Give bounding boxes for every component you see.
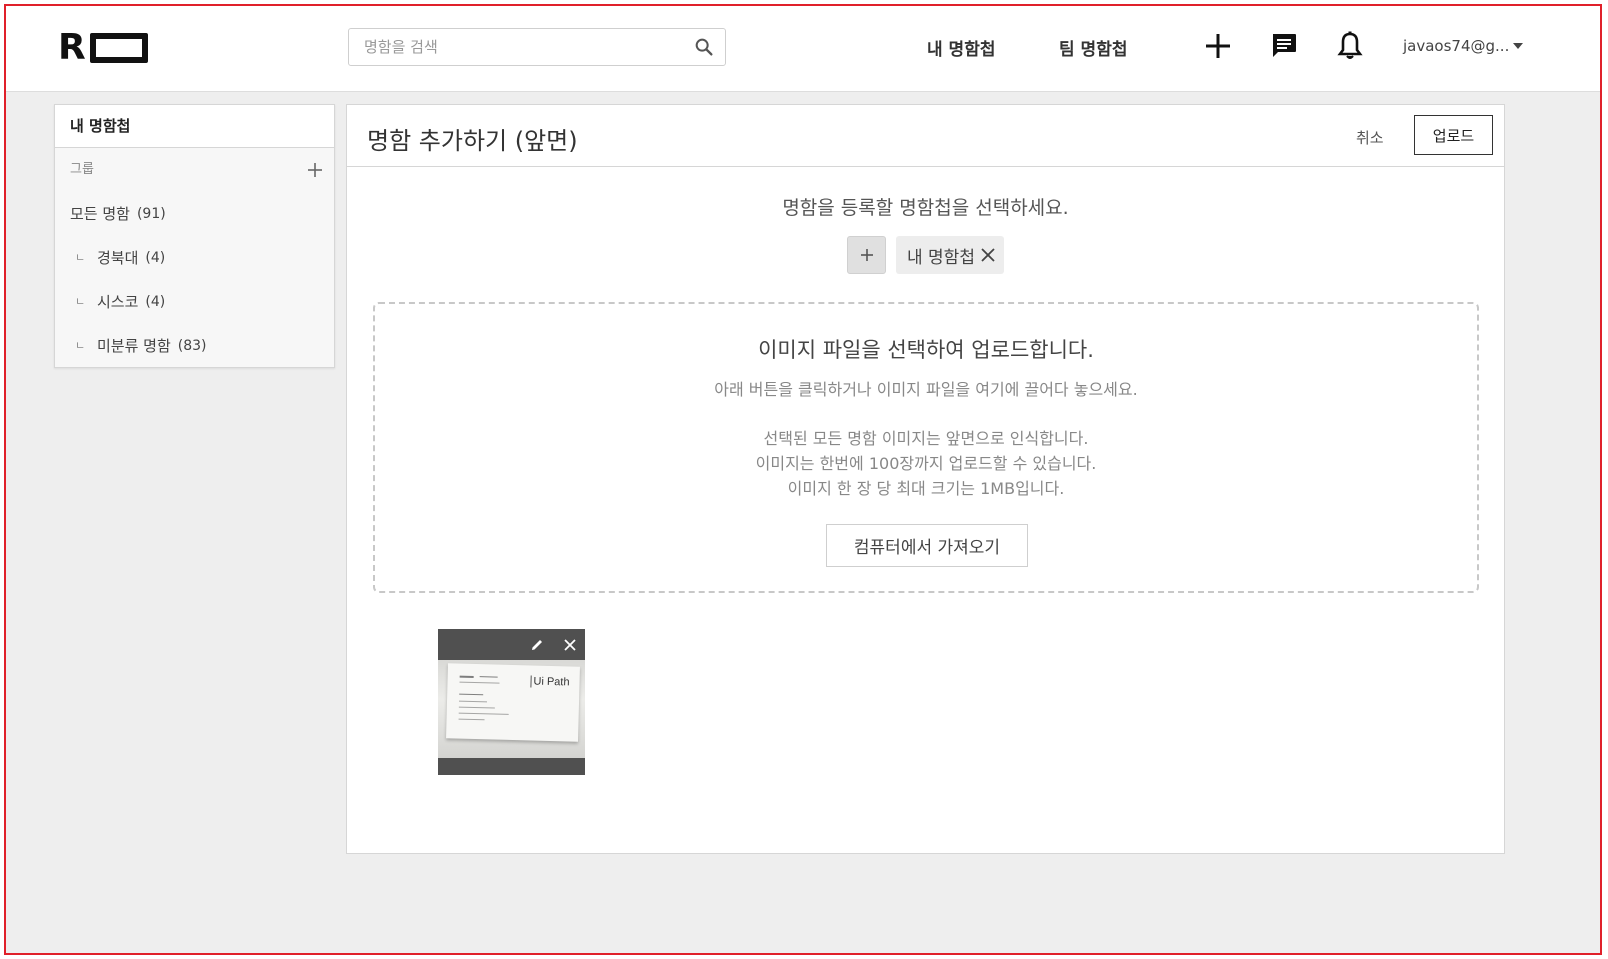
user-menu[interactable]: javaos74@g... [1403,37,1524,55]
card-text-line [479,676,498,678]
nav-my-cardbook[interactable]: 내 명함첩 [927,35,995,60]
card-text-line [458,718,485,721]
close-icon[interactable] [562,637,578,653]
top-header: R 내 명함첩 팀 명함첩 javaos74@ [6,6,1600,92]
group-header: 그룹 [55,148,334,192]
logo-letter: R [58,27,86,68]
sidebar-item-cisco[interactable]: ㄴ 시스코 (4) [55,280,334,324]
logo[interactable]: R [58,27,148,68]
nav-team-cardbook[interactable]: 팀 명함첩 [1059,35,1127,60]
app-frame: R 내 명함첩 팀 명함첩 javaos74@ [4,4,1602,955]
file-dropzone[interactable]: 이미지 파일을 선택하여 업로드합니다. 아래 버튼을 클릭하거나 이미지 파일… [373,302,1479,593]
sidebar-item-count: (91) [136,206,166,222]
sidebar-item-label: 시스코 [97,293,139,311]
plus-icon[interactable] [1202,30,1234,62]
pencil-icon[interactable] [529,637,545,653]
tree-branch-icon: ㄴ [75,339,86,352]
tree-branch-icon: ㄴ [75,295,86,308]
sidebar-item-count: (4) [145,250,166,266]
chip-label: 내 명함첩 [907,247,975,268]
card-text-line [458,712,509,715]
dropzone-info: 선택된 모든 명함 이미지는 앞면으로 인식합니다. 이미지는 한번에 100장… [375,426,1477,501]
business-card-image: Ui Path [446,663,580,742]
card-text-line [459,681,500,684]
sidebar-item-label: 모든 명함 [70,205,130,223]
card-brand-logo: Ui Path [530,675,570,689]
upload-button[interactable]: 업로드 [1414,115,1493,155]
chat-icon[interactable] [1268,30,1300,62]
tree-branch-icon: ㄴ [75,251,86,264]
add-cardbook-button[interactable] [847,236,886,274]
panel-header: 명함 추가하기 (앞면) 취소 업로드 [347,105,1504,167]
plus-icon [860,249,873,261]
card-text-line [459,693,484,696]
search-icon[interactable] [693,36,715,58]
sidebar-item-count: (4) [145,294,166,310]
bell-icon[interactable] [1334,30,1366,62]
sidebar-item-all-cards[interactable]: 모든 명함 (91) [55,192,334,236]
logo-box-mark [89,33,148,63]
card-text-line [458,706,495,709]
sidebar-item-uncategorized[interactable]: ㄴ 미분류 명함 (83) [55,324,334,368]
dropzone-subtitle: 아래 버튼을 클릭하거나 이미지 파일을 여기에 끌어다 놓으세요. [714,380,1138,399]
sidebar-item-count: (83) [177,338,207,354]
sidebar-title: 내 명함첩 [55,105,334,148]
search-input[interactable] [349,29,693,65]
card-text-line [459,675,474,678]
choose-cardbook-label: 명함을 등록할 명함첩을 선택하세요. [782,197,1069,219]
group-label: 그룹 [70,162,94,177]
sidebar-item-label: 경북대 [97,249,139,267]
import-from-computer-button[interactable]: 컴퓨터에서 가져오기 [826,524,1028,567]
add-group-icon[interactable] [306,161,324,179]
card-photo: Ui Path [438,660,585,758]
card-thumbnail[interactable]: Ui Path [438,629,585,775]
info-line: 이미지는 한번에 100장까지 업로드할 수 있습니다. [755,454,1097,473]
chevron-down-icon [1513,43,1524,49]
info-line: 이미지 한 장 당 최대 크기는 1MB입니다. [787,479,1065,498]
page-title: 명함 추가하기 (앞면) [367,127,578,155]
selected-cardbook-chip: 내 명함첩 [896,236,1004,274]
dropzone-title: 이미지 파일을 선택하여 업로드합니다. [758,338,1094,362]
search-bar [348,28,726,66]
info-line: 선택된 모든 명함 이미지는 앞면으로 인식합니다. [763,429,1089,448]
sidebar-item-knu[interactable]: ㄴ 경북대 (4) [55,236,334,280]
cancel-button[interactable]: 취소 [1356,127,1384,148]
add-card-panel: 명함 추가하기 (앞면) 취소 업로드 명함을 등록할 명함첩을 선택하세요. … [346,104,1505,854]
close-icon[interactable] [979,246,997,264]
sidebar: 내 명함첩 그룹 모든 명함 (91) ㄴ 경북대 (4) ㄴ 시스코 (4) … [54,104,335,368]
card-text-line [459,700,488,703]
sidebar-item-label: 미분류 명함 [97,337,171,355]
user-email: javaos74@g... [1403,37,1510,55]
